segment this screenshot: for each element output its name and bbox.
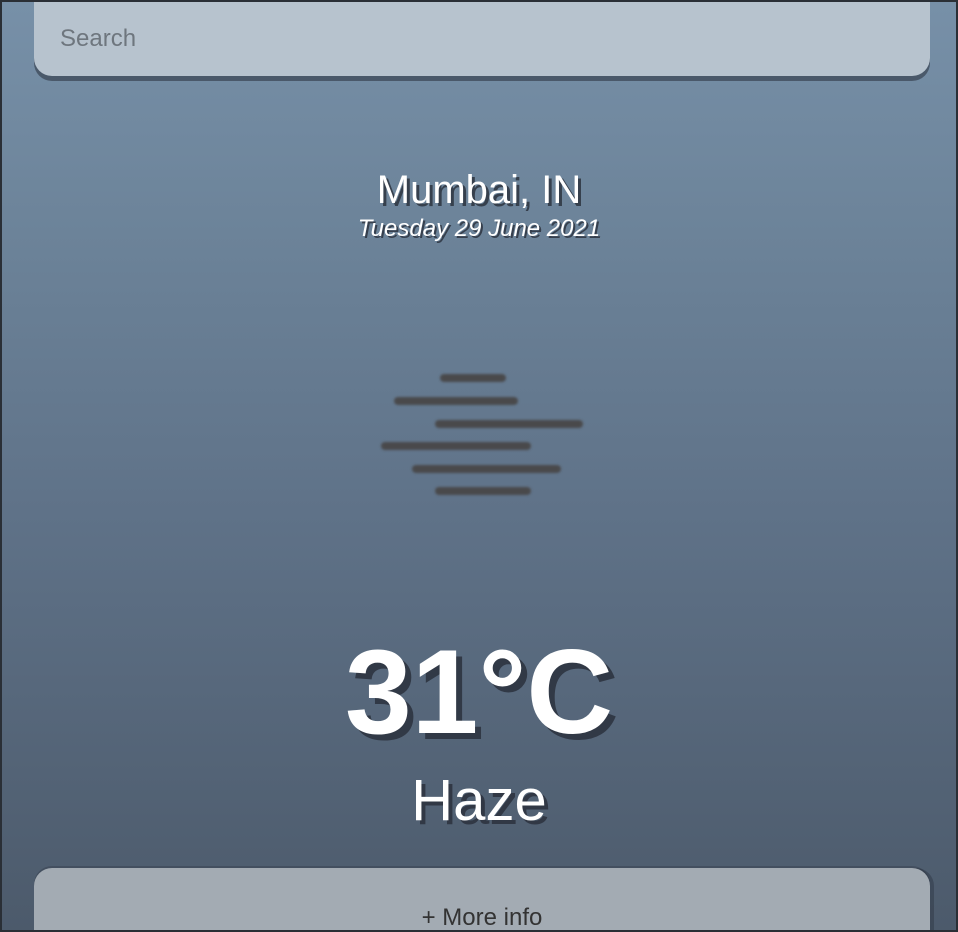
more-info-button[interactable]: + More info xyxy=(34,868,930,930)
current-date: Tuesday 29 June 2021 xyxy=(357,215,601,242)
haze-icon xyxy=(372,364,592,504)
weather-condition: Haze xyxy=(411,768,547,833)
search-box xyxy=(34,2,930,76)
temperature: 31°C xyxy=(344,625,614,759)
search-input[interactable] xyxy=(34,2,930,76)
haze-icon-svg xyxy=(381,374,583,495)
location-name: Mumbai, IN xyxy=(376,168,582,212)
weather-app: Mumbai, IN Tuesday 29 June 2021 31°C Haz… xyxy=(0,0,958,932)
